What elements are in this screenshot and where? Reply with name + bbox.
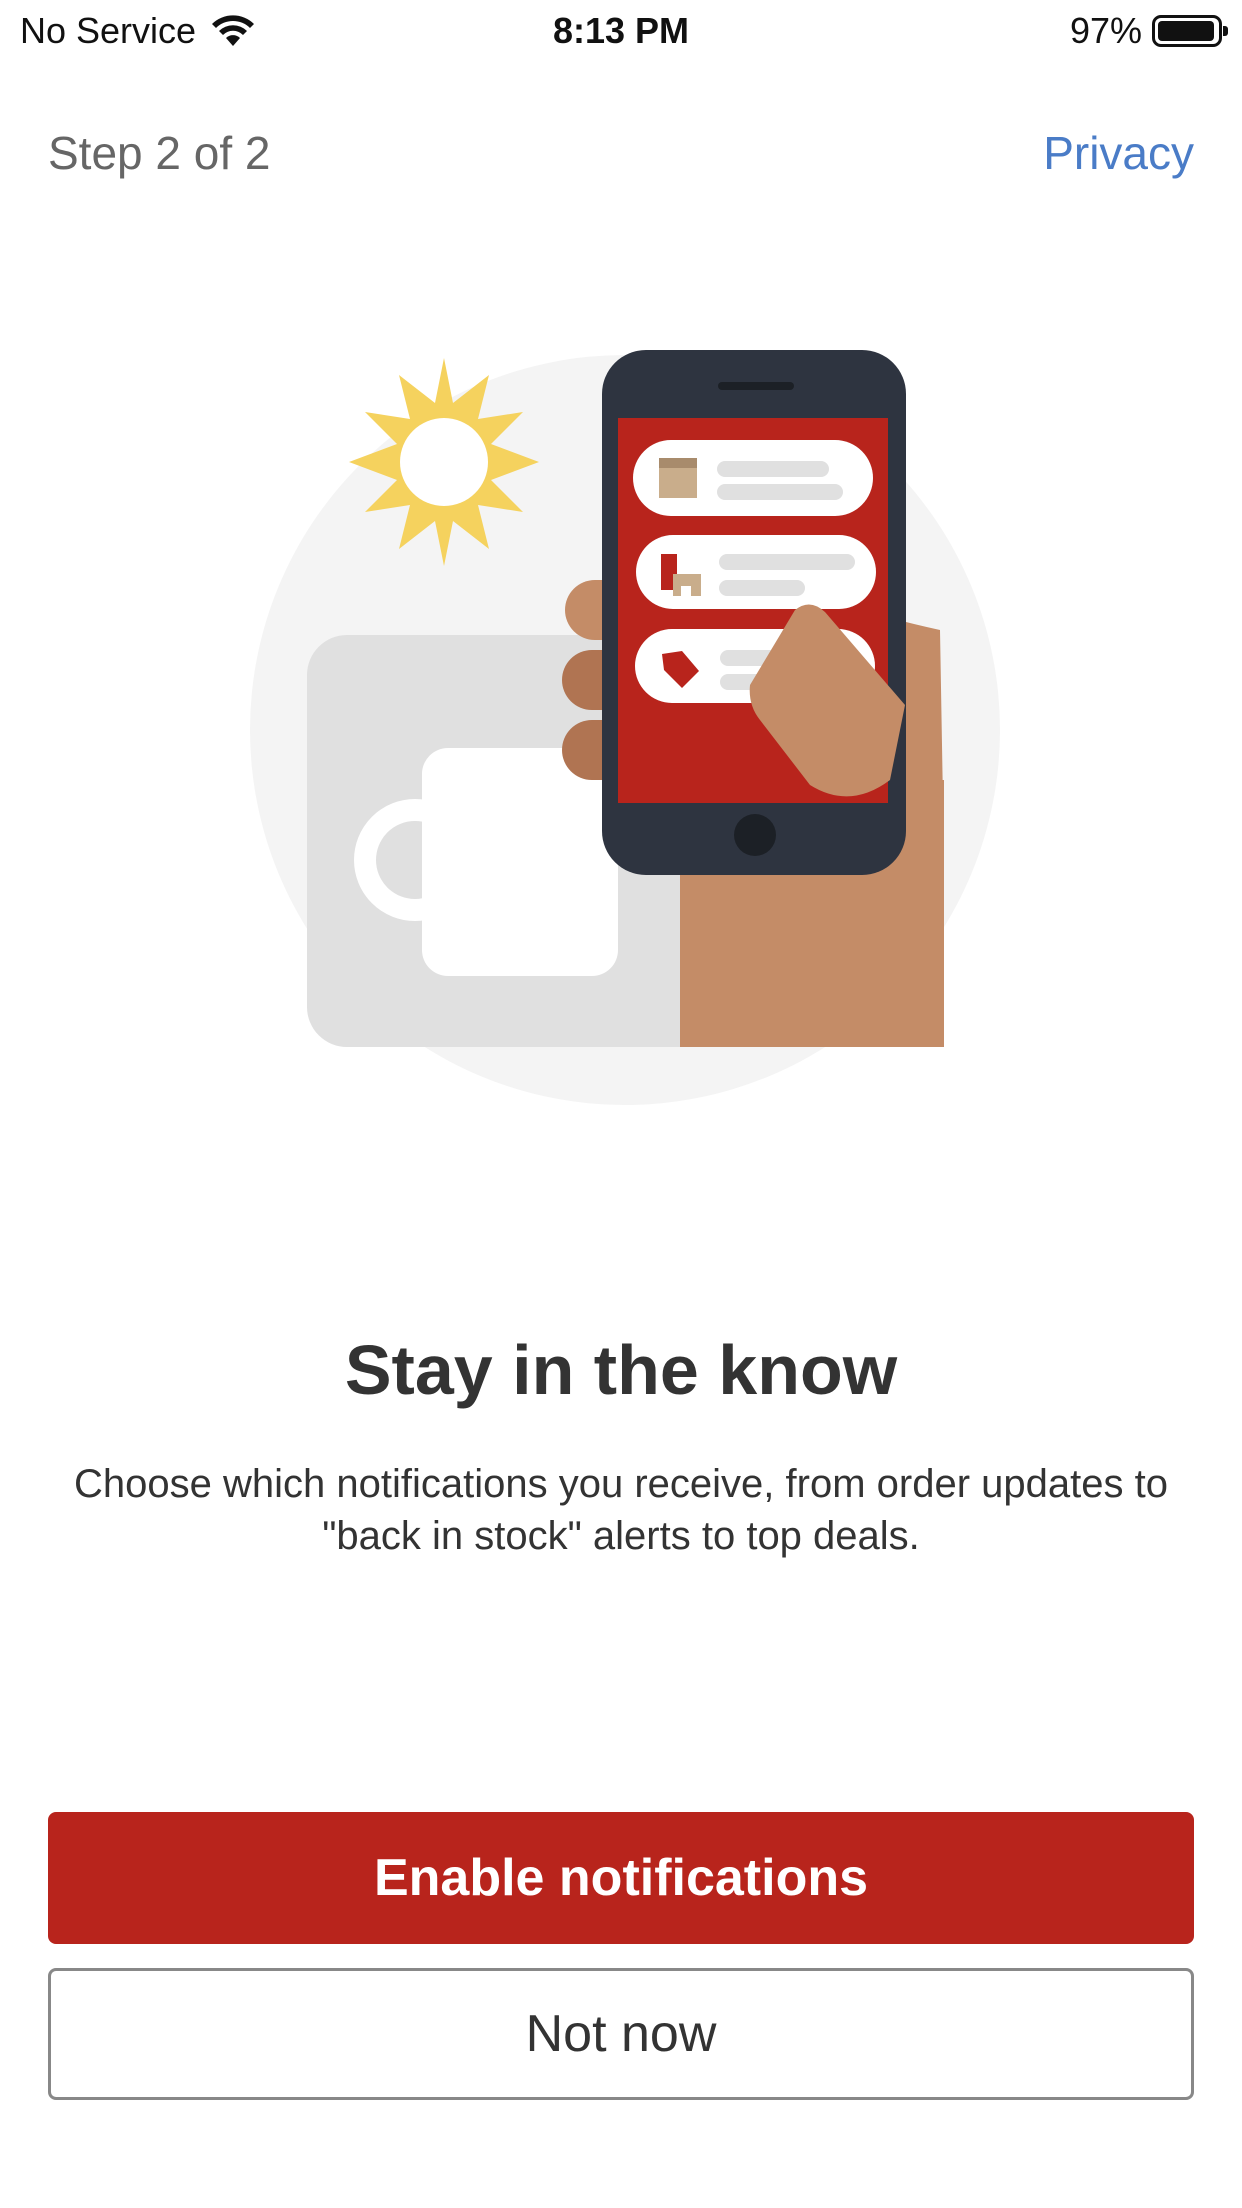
- page-description: Choose which notifications you receive, …: [74, 1462, 1168, 1558]
- notification-card-stock: [636, 535, 876, 609]
- enable-notifications-button[interactable]: Enable notifications: [48, 1812, 1194, 1944]
- page-title: Stay in the know: [344, 1331, 898, 1409]
- step-indicator: Step 2 of 2: [48, 127, 271, 179]
- phone-home-button: [734, 814, 776, 856]
- battery-icon: [1152, 15, 1228, 47]
- not-now-button[interactable]: Not now: [48, 1968, 1194, 2100]
- status-time: 8:13 PM: [552, 10, 690, 51]
- notifications-illustration: [250, 350, 1000, 1105]
- top-nav: Step 2 of 2 Privacy: [0, 118, 1242, 188]
- phone-speaker: [718, 382, 794, 390]
- status-right: 97%: [1069, 10, 1228, 52]
- notification-card-package: [633, 440, 873, 516]
- battery-fill: [1158, 21, 1214, 41]
- status-bar: No Service 8:13 PM 97%: [0, 0, 1242, 62]
- battery-percent: 97%: [1069, 10, 1142, 51]
- privacy-link[interactable]: Privacy: [1043, 126, 1194, 180]
